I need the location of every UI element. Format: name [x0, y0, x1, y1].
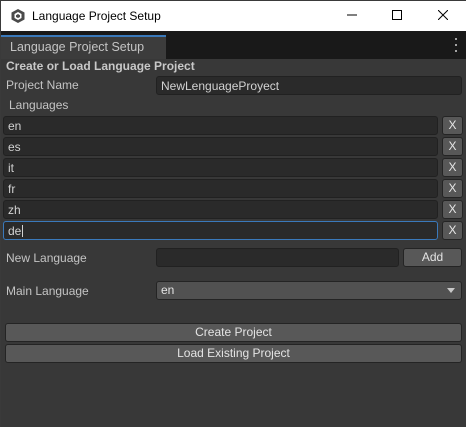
language-field-en[interactable]: en — [3, 116, 438, 135]
title-bar[interactable]: Language Project Setup — [1, 1, 466, 31]
languages-label: Languages — [9, 98, 69, 112]
remove-language-button-it[interactable]: X — [442, 158, 463, 177]
close-icon — [437, 9, 449, 23]
language-field-es[interactable]: es — [3, 137, 438, 156]
language-field-de[interactable]: de — [3, 221, 438, 240]
remove-language-button-de[interactable]: X — [442, 221, 463, 240]
section-title: Create or Load Language Project — [6, 59, 195, 73]
dropdown-arrow-icon — [447, 288, 455, 293]
editor-window: Language Project Setup Language Project … — [0, 0, 466, 427]
remove-language-button-zh[interactable]: X — [442, 200, 463, 219]
minimize-icon — [347, 9, 357, 23]
minimize-button[interactable] — [329, 1, 375, 31]
language-field-fr[interactable]: fr — [3, 179, 438, 198]
load-existing-project-button[interactable]: Load Existing Project — [5, 344, 462, 363]
main-language-label: Main Language — [6, 284, 89, 298]
tab-language-project-setup[interactable]: Language Project Setup — [1, 35, 166, 59]
maximize-button[interactable] — [374, 1, 420, 31]
remove-language-button-fr[interactable]: X — [442, 179, 463, 198]
maximize-icon — [392, 9, 402, 23]
new-language-label: New Language — [6, 251, 87, 265]
remove-language-button-es[interactable]: X — [442, 137, 463, 156]
add-language-button[interactable]: Add — [403, 248, 462, 267]
text-caret — [22, 225, 24, 237]
inspector-content: Create or Load Language Project Project … — [1, 59, 466, 427]
unity-cube-icon — [10, 8, 26, 24]
remove-language-button-en[interactable]: X — [442, 116, 463, 135]
window-title: Language Project Setup — [32, 9, 161, 23]
language-field-de-text: de — [8, 224, 22, 238]
kebab-menu-icon[interactable] — [453, 38, 459, 52]
project-name-field[interactable]: NewLenguageProyect — [156, 76, 462, 95]
main-language-value: en — [161, 283, 175, 297]
main-language-dropdown[interactable]: en — [156, 281, 462, 300]
new-language-input[interactable] — [156, 248, 399, 267]
close-button[interactable] — [420, 1, 466, 31]
language-field-zh[interactable]: zh — [3, 200, 438, 219]
tab-strip: Language Project Setup — [1, 31, 466, 59]
language-field-it[interactable]: it — [3, 158, 438, 177]
project-name-label: Project Name — [6, 78, 79, 92]
create-project-button[interactable]: Create Project — [5, 323, 462, 342]
